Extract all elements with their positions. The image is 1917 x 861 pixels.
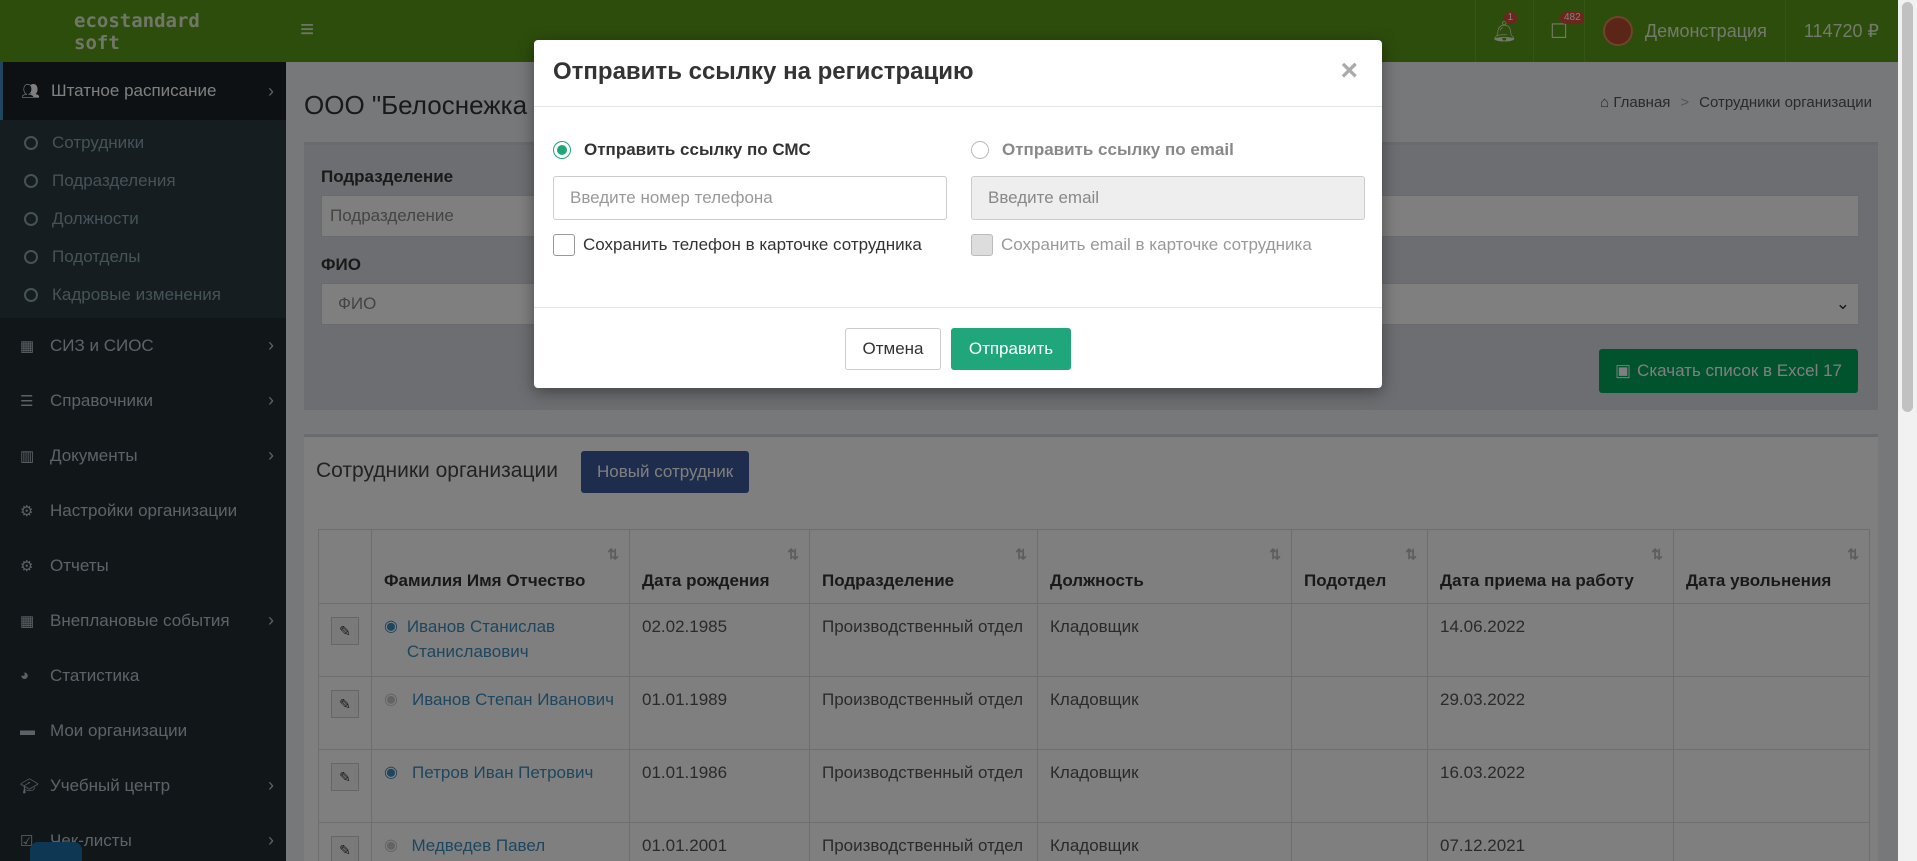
email-option-label: Отправить ссылку по email xyxy=(1002,140,1234,159)
scrollbar-thumb[interactable] xyxy=(1902,2,1913,412)
save-phone-label: Сохранить телефон в карточке сотрудника xyxy=(583,235,922,254)
close-icon[interactable]: × xyxy=(1340,54,1358,88)
modal-footer: Отмена Отправить xyxy=(534,307,1382,388)
save-email-option[interactable]: Сохранить email в карточке сотрудника xyxy=(971,234,1312,256)
page-scrollbar[interactable] xyxy=(1898,0,1917,861)
save-phone-checkbox[interactable] xyxy=(553,234,575,256)
send-button[interactable]: Отправить xyxy=(951,328,1071,370)
save-email-label: Сохранить email в карточке сотрудника xyxy=(1001,235,1312,254)
phone-input[interactable]: Введите номер телефона xyxy=(553,176,947,220)
modal-header: Отправить ссылку на регистрацию × xyxy=(534,40,1382,107)
save-email-checkbox[interactable] xyxy=(971,234,993,256)
registration-link-modal: Отправить ссылку на регистрацию × Отправ… xyxy=(534,40,1382,388)
modal-title: Отправить ссылку на регистрацию xyxy=(553,58,974,85)
email-input[interactable]: Введите email xyxy=(971,176,1365,220)
sms-option[interactable]: Отправить ссылку по СМС xyxy=(553,140,811,160)
email-radio[interactable] xyxy=(971,141,989,159)
sms-radio[interactable] xyxy=(553,141,571,159)
cancel-button[interactable]: Отмена xyxy=(845,328,941,370)
save-phone-option[interactable]: Сохранить телефон в карточке сотрудника xyxy=(553,234,922,256)
email-option[interactable]: Отправить ссылку по email xyxy=(971,140,1234,160)
sms-option-label: Отправить ссылку по СМС xyxy=(584,140,811,159)
